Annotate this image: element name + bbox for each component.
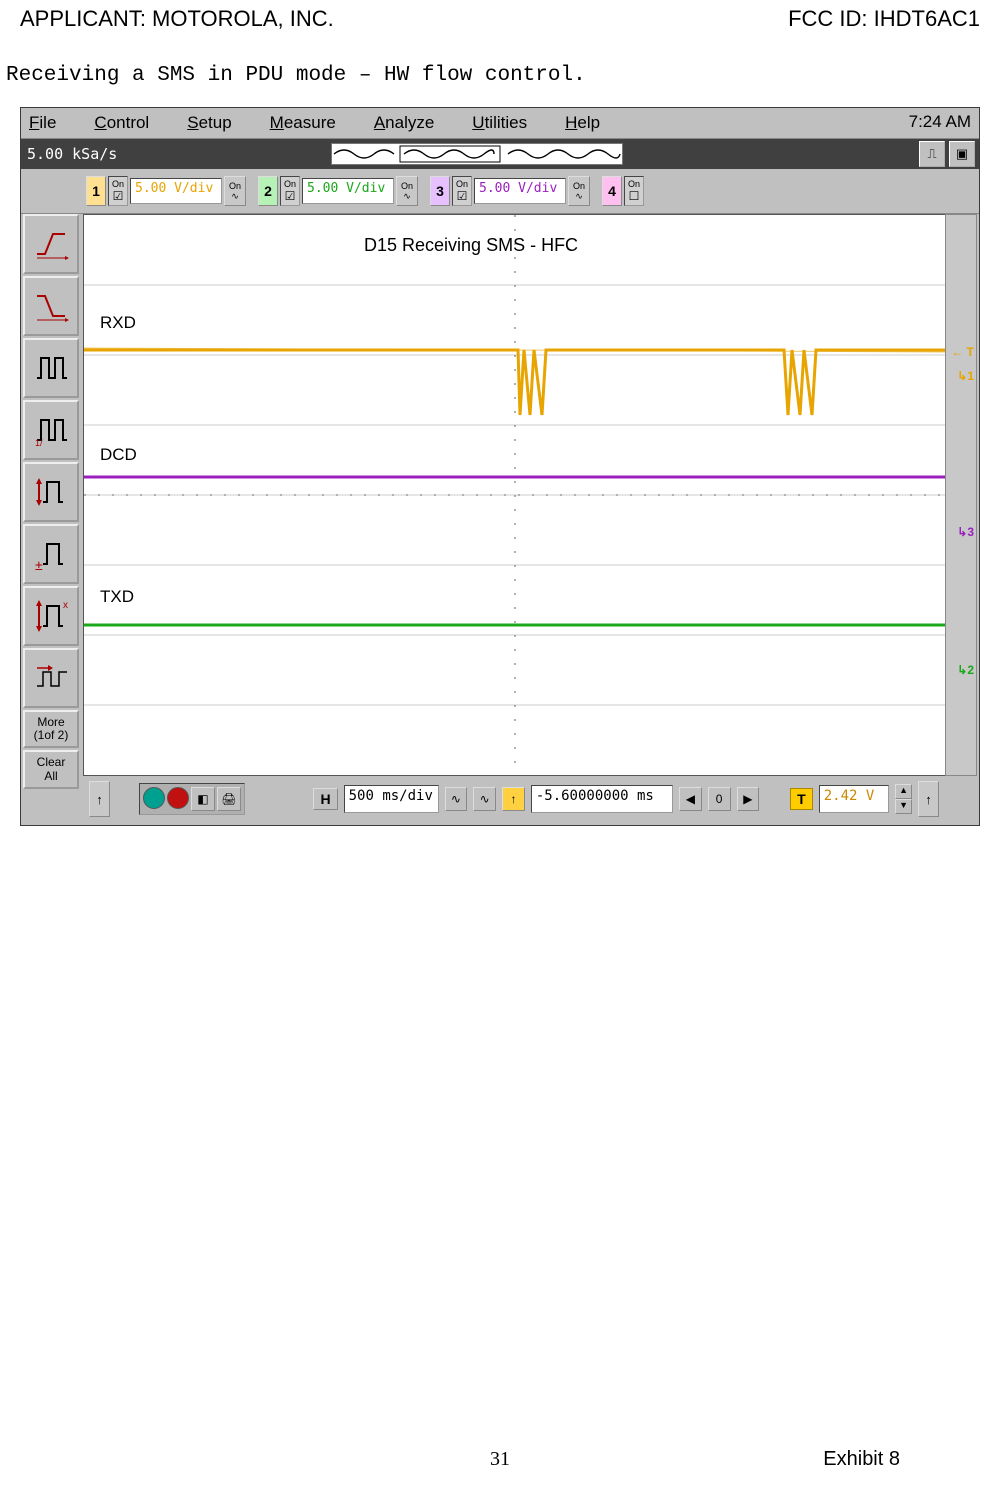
menu-file[interactable]: File — [29, 113, 56, 133]
channel-4: 4 On☐ — [602, 176, 644, 206]
waveform-title: D15 Receiving SMS - HFC — [364, 235, 578, 256]
edge-fall-tool[interactable] — [23, 276, 79, 336]
menu-setup[interactable]: Setup — [187, 113, 231, 133]
bottom-bar: ↑ ◧ 🖨 H 500 ms/div ∿ ∿ ↑ -5.60000000 ms … — [83, 777, 945, 821]
period-tool[interactable]: 1/ — [23, 400, 79, 460]
ch1-coupling[interactable]: On∿ — [224, 176, 246, 206]
delay-zero[interactable]: 0 — [708, 787, 731, 811]
ch4-on-toggle[interactable]: On☐ — [624, 176, 644, 206]
svg-text:1/: 1/ — [35, 438, 43, 448]
menu-help[interactable]: Help — [565, 113, 600, 133]
clock-text: 7:24 AM — [909, 112, 971, 132]
amplitude-tool[interactable] — [23, 462, 79, 522]
t-badge: T — [790, 788, 813, 810]
label-rxd: RXD — [100, 313, 136, 333]
menu-utilities[interactable]: Utilities — [472, 113, 527, 133]
ch3-marker: ↳3 — [950, 525, 974, 539]
ch2-on-toggle[interactable]: On☑ — [280, 176, 300, 206]
delay-right[interactable]: ▶ — [737, 787, 760, 811]
ch2-badge[interactable]: 2 — [258, 176, 278, 206]
ch1-scale[interactable]: 5.00 V/div — [130, 178, 222, 204]
oscilloscope-window: File Control Setup Measure Analyze Utili… — [20, 107, 980, 826]
expand-icon[interactable]: ▣ — [949, 141, 975, 167]
menu-bar: File Control Setup Measure Analyze Utili… — [21, 108, 979, 139]
print-button[interactable]: 🖨 — [217, 787, 241, 811]
doc-header: APPLICANT: MOTOROLA, INC. FCC ID: IHDT6A… — [20, 0, 980, 50]
ch3-coupling[interactable]: On∿ — [568, 176, 590, 206]
exhibit-text: Exhibit 8 — [823, 1448, 900, 1471]
mode-btn-2[interactable]: ∿ — [473, 787, 496, 811]
more-button[interactable]: More (1of 2) — [23, 710, 79, 748]
ch1-badge[interactable]: 1 — [86, 176, 106, 206]
ch2-scale[interactable]: 5.00 V/div — [302, 178, 394, 204]
waveform-display[interactable]: D15 Receiving SMS - HFC RXD DCD TXD — [83, 214, 947, 776]
delay-anchor-icon[interactable]: ↑ — [502, 787, 525, 811]
peak-peak-tool[interactable]: x — [23, 586, 79, 646]
ch1-on-toggle[interactable]: On☑ — [108, 176, 128, 206]
run-stop-group: ◧ 🖨 — [139, 783, 245, 815]
channel-2: 2 On☑ 5.00 V/div On∿ — [258, 176, 418, 206]
ch4-badge[interactable]: 4 — [602, 176, 622, 206]
channel-1: 1 On☑ 5.00 V/div On∿ — [86, 176, 246, 206]
svg-text:x: x — [63, 600, 68, 611]
svg-text:±: ± — [35, 557, 43, 572]
scroll-up-left[interactable]: ↑ — [89, 781, 110, 817]
scroll-up-right[interactable]: ↑ — [918, 781, 939, 817]
ch1-marker: ↳1 — [950, 369, 974, 383]
marker-strip: ← T ↳1 ↳3 ↳2 — [945, 214, 977, 776]
pulse-mode-icon[interactable]: ⎍ — [919, 141, 945, 167]
edge-rise-tool[interactable] — [23, 214, 79, 274]
label-txd: TXD — [100, 587, 134, 607]
ch2-marker: ↳2 — [950, 663, 974, 677]
h-badge: H — [313, 788, 337, 810]
stop-button[interactable] — [167, 787, 189, 809]
trigger-spinner[interactable]: ▲▼ — [895, 784, 912, 814]
delay-field[interactable]: -5.60000000 ms — [531, 785, 673, 813]
left-toolbar: 1/ ± x More (1of 2) Clear All — [23, 214, 79, 789]
run-button[interactable] — [143, 787, 165, 809]
single-button[interactable]: ◧ — [191, 787, 215, 811]
ch3-badge[interactable]: 3 — [430, 176, 450, 206]
trigger-marker: ← T — [950, 345, 974, 359]
channel-3: 3 On☑ 5.00 V/div On∿ — [430, 176, 590, 206]
applicant-text: APPLICANT: MOTOROLA, INC. — [20, 6, 334, 32]
ch3-scale[interactable]: 5.00 V/div — [474, 178, 566, 204]
delta-time-tool[interactable] — [23, 648, 79, 708]
menu-measure[interactable]: Measure — [270, 113, 336, 133]
rate-bar: 5.00 kSa/s ⎍ ▣ — [21, 139, 979, 169]
base-top-tool[interactable]: ± — [23, 524, 79, 584]
channel-bar: 1 On☑ 5.00 V/div On∿ 2 On☑ 5.00 V/div On… — [21, 169, 979, 214]
mode-btn-1[interactable]: ∿ — [445, 787, 468, 811]
description-text: Receiving a SMS in PDU mode – HW flow co… — [6, 64, 980, 87]
pulse-width-tool[interactable] — [23, 338, 79, 398]
label-dcd: DCD — [100, 445, 137, 465]
menu-control[interactable]: Control — [94, 113, 149, 133]
trigger-field[interactable]: 2.42 V — [819, 785, 889, 813]
ch2-coupling[interactable]: On∿ — [396, 176, 418, 206]
menu-analyze[interactable]: Analyze — [374, 113, 434, 133]
acquisition-indicator — [331, 143, 623, 165]
sample-rate: 5.00 kSa/s — [27, 145, 117, 163]
delay-left[interactable]: ◀ — [679, 787, 702, 811]
timebase-field[interactable]: 500 ms/div — [344, 785, 439, 813]
clear-all-button[interactable]: Clear All — [23, 750, 79, 788]
ch3-on-toggle[interactable]: On☑ — [452, 176, 472, 206]
fcc-id-text: FCC ID: IHDT6AC1 — [788, 6, 980, 32]
